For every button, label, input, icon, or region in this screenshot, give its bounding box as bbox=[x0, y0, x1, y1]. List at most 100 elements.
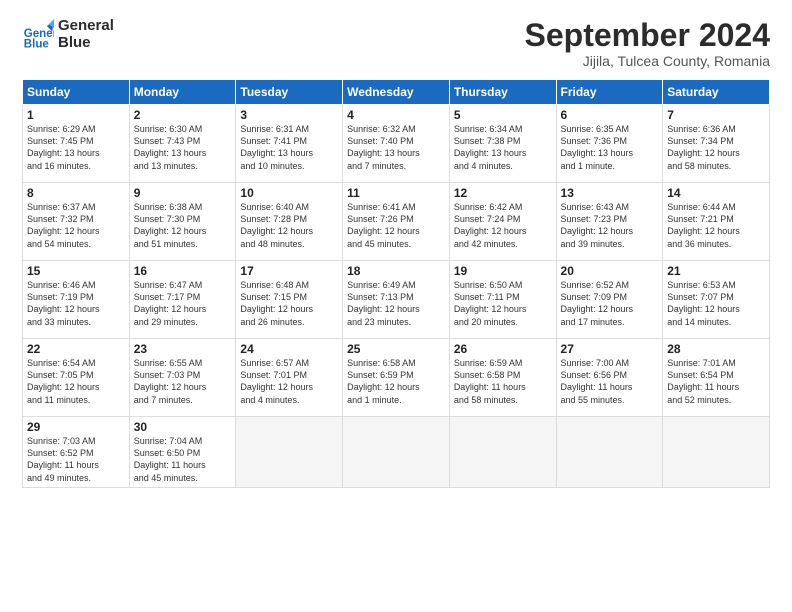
table-row: 5Sunrise: 6:34 AM Sunset: 7:38 PM Daylig… bbox=[449, 105, 556, 183]
table-row: 8Sunrise: 6:37 AM Sunset: 7:32 PM Daylig… bbox=[23, 183, 130, 261]
table-row: 18Sunrise: 6:49 AM Sunset: 7:13 PM Dayli… bbox=[343, 261, 450, 339]
day-number: 2 bbox=[134, 108, 232, 122]
calendar-table: Sunday Monday Tuesday Wednesday Thursday… bbox=[22, 79, 770, 488]
table-row: 19Sunrise: 6:50 AM Sunset: 7:11 PM Dayli… bbox=[449, 261, 556, 339]
calendar-week-row: 8Sunrise: 6:37 AM Sunset: 7:32 PM Daylig… bbox=[23, 183, 770, 261]
table-row: 22Sunrise: 6:54 AM Sunset: 7:05 PM Dayli… bbox=[23, 339, 130, 417]
th-thursday: Thursday bbox=[449, 80, 556, 105]
table-row: 1Sunrise: 6:29 AM Sunset: 7:45 PM Daylig… bbox=[23, 105, 130, 183]
table-row: 15Sunrise: 6:46 AM Sunset: 7:19 PM Dayli… bbox=[23, 261, 130, 339]
day-number: 9 bbox=[134, 186, 232, 200]
cell-text: Sunrise: 7:01 AM Sunset: 6:54 PM Dayligh… bbox=[667, 357, 765, 406]
cell-text: Sunrise: 6:58 AM Sunset: 6:59 PM Dayligh… bbox=[347, 357, 445, 406]
day-number: 14 bbox=[667, 186, 765, 200]
table-row: 17Sunrise: 6:48 AM Sunset: 7:15 PM Dayli… bbox=[236, 261, 343, 339]
table-row: 21Sunrise: 6:53 AM Sunset: 7:07 PM Dayli… bbox=[663, 261, 770, 339]
cell-text: Sunrise: 6:42 AM Sunset: 7:24 PM Dayligh… bbox=[454, 201, 552, 250]
title-block: September 2024 Jijila, Tulcea County, Ro… bbox=[525, 18, 770, 69]
table-row: 23Sunrise: 6:55 AM Sunset: 7:03 PM Dayli… bbox=[129, 339, 236, 417]
header-row: Sunday Monday Tuesday Wednesday Thursday… bbox=[23, 80, 770, 105]
day-number: 4 bbox=[347, 108, 445, 122]
calendar-week-row: 29Sunrise: 7:03 AM Sunset: 6:52 PM Dayli… bbox=[23, 417, 770, 488]
day-number: 17 bbox=[240, 264, 338, 278]
th-tuesday: Tuesday bbox=[236, 80, 343, 105]
calendar-week-row: 22Sunrise: 6:54 AM Sunset: 7:05 PM Dayli… bbox=[23, 339, 770, 417]
day-number: 18 bbox=[347, 264, 445, 278]
day-number: 22 bbox=[27, 342, 125, 356]
table-row: 28Sunrise: 7:01 AM Sunset: 6:54 PM Dayli… bbox=[663, 339, 770, 417]
day-number: 29 bbox=[27, 420, 125, 434]
table-row bbox=[343, 417, 450, 488]
day-number: 1 bbox=[27, 108, 125, 122]
table-row: 10Sunrise: 6:40 AM Sunset: 7:28 PM Dayli… bbox=[236, 183, 343, 261]
table-row: 6Sunrise: 6:35 AM Sunset: 7:36 PM Daylig… bbox=[556, 105, 663, 183]
day-number: 10 bbox=[240, 186, 338, 200]
cell-text: Sunrise: 7:04 AM Sunset: 6:50 PM Dayligh… bbox=[134, 435, 232, 484]
table-row bbox=[449, 417, 556, 488]
cell-text: Sunrise: 6:50 AM Sunset: 7:11 PM Dayligh… bbox=[454, 279, 552, 328]
cell-text: Sunrise: 6:29 AM Sunset: 7:45 PM Dayligh… bbox=[27, 123, 125, 172]
cell-text: Sunrise: 6:53 AM Sunset: 7:07 PM Dayligh… bbox=[667, 279, 765, 328]
cell-text: Sunrise: 6:41 AM Sunset: 7:26 PM Dayligh… bbox=[347, 201, 445, 250]
table-row bbox=[236, 417, 343, 488]
day-number: 19 bbox=[454, 264, 552, 278]
cell-text: Sunrise: 6:38 AM Sunset: 7:30 PM Dayligh… bbox=[134, 201, 232, 250]
day-number: 3 bbox=[240, 108, 338, 122]
cell-text: Sunrise: 7:03 AM Sunset: 6:52 PM Dayligh… bbox=[27, 435, 125, 484]
day-number: 16 bbox=[134, 264, 232, 278]
day-number: 26 bbox=[454, 342, 552, 356]
day-number: 21 bbox=[667, 264, 765, 278]
table-row: 14Sunrise: 6:44 AM Sunset: 7:21 PM Dayli… bbox=[663, 183, 770, 261]
day-number: 27 bbox=[561, 342, 659, 356]
logo-text-line2: Blue bbox=[58, 35, 114, 52]
table-row: 20Sunrise: 6:52 AM Sunset: 7:09 PM Dayli… bbox=[556, 261, 663, 339]
cell-text: Sunrise: 6:36 AM Sunset: 7:34 PM Dayligh… bbox=[667, 123, 765, 172]
th-friday: Friday bbox=[556, 80, 663, 105]
cell-text: Sunrise: 6:31 AM Sunset: 7:41 PM Dayligh… bbox=[240, 123, 338, 172]
table-row: 11Sunrise: 6:41 AM Sunset: 7:26 PM Dayli… bbox=[343, 183, 450, 261]
day-number: 6 bbox=[561, 108, 659, 122]
cell-text: Sunrise: 6:52 AM Sunset: 7:09 PM Dayligh… bbox=[561, 279, 659, 328]
day-number: 12 bbox=[454, 186, 552, 200]
cell-text: Sunrise: 6:44 AM Sunset: 7:21 PM Dayligh… bbox=[667, 201, 765, 250]
day-number: 28 bbox=[667, 342, 765, 356]
cell-text: Sunrise: 6:47 AM Sunset: 7:17 PM Dayligh… bbox=[134, 279, 232, 328]
table-row: 4Sunrise: 6:32 AM Sunset: 7:40 PM Daylig… bbox=[343, 105, 450, 183]
month-title: September 2024 bbox=[525, 18, 770, 53]
cell-text: Sunrise: 7:00 AM Sunset: 6:56 PM Dayligh… bbox=[561, 357, 659, 406]
th-sunday: Sunday bbox=[23, 80, 130, 105]
calendar-week-row: 1Sunrise: 6:29 AM Sunset: 7:45 PM Daylig… bbox=[23, 105, 770, 183]
svg-text:Blue: Blue bbox=[24, 38, 50, 50]
cell-text: Sunrise: 6:43 AM Sunset: 7:23 PM Dayligh… bbox=[561, 201, 659, 250]
th-wednesday: Wednesday bbox=[343, 80, 450, 105]
cell-text: Sunrise: 6:57 AM Sunset: 7:01 PM Dayligh… bbox=[240, 357, 338, 406]
cell-text: Sunrise: 6:40 AM Sunset: 7:28 PM Dayligh… bbox=[240, 201, 338, 250]
cell-text: Sunrise: 6:59 AM Sunset: 6:58 PM Dayligh… bbox=[454, 357, 552, 406]
th-saturday: Saturday bbox=[663, 80, 770, 105]
day-number: 7 bbox=[667, 108, 765, 122]
table-row: 16Sunrise: 6:47 AM Sunset: 7:17 PM Dayli… bbox=[129, 261, 236, 339]
logo: General Blue General Blue bbox=[22, 18, 114, 51]
table-row: 27Sunrise: 7:00 AM Sunset: 6:56 PM Dayli… bbox=[556, 339, 663, 417]
table-row: 29Sunrise: 7:03 AM Sunset: 6:52 PM Dayli… bbox=[23, 417, 130, 488]
day-number: 23 bbox=[134, 342, 232, 356]
day-number: 24 bbox=[240, 342, 338, 356]
table-row: 13Sunrise: 6:43 AM Sunset: 7:23 PM Dayli… bbox=[556, 183, 663, 261]
cell-text: Sunrise: 6:49 AM Sunset: 7:13 PM Dayligh… bbox=[347, 279, 445, 328]
logo-text-line1: General bbox=[58, 18, 114, 35]
table-row: 26Sunrise: 6:59 AM Sunset: 6:58 PM Dayli… bbox=[449, 339, 556, 417]
cell-text: Sunrise: 6:55 AM Sunset: 7:03 PM Dayligh… bbox=[134, 357, 232, 406]
logo-icon: General Blue bbox=[22, 19, 54, 51]
table-row: 2Sunrise: 6:30 AM Sunset: 7:43 PM Daylig… bbox=[129, 105, 236, 183]
day-number: 5 bbox=[454, 108, 552, 122]
th-monday: Monday bbox=[129, 80, 236, 105]
table-row: 24Sunrise: 6:57 AM Sunset: 7:01 PM Dayli… bbox=[236, 339, 343, 417]
day-number: 15 bbox=[27, 264, 125, 278]
day-number: 11 bbox=[347, 186, 445, 200]
cell-text: Sunrise: 6:30 AM Sunset: 7:43 PM Dayligh… bbox=[134, 123, 232, 172]
day-number: 13 bbox=[561, 186, 659, 200]
table-row bbox=[663, 417, 770, 488]
page: General Blue General Blue September 2024… bbox=[0, 0, 792, 612]
day-number: 20 bbox=[561, 264, 659, 278]
cell-text: Sunrise: 6:34 AM Sunset: 7:38 PM Dayligh… bbox=[454, 123, 552, 172]
